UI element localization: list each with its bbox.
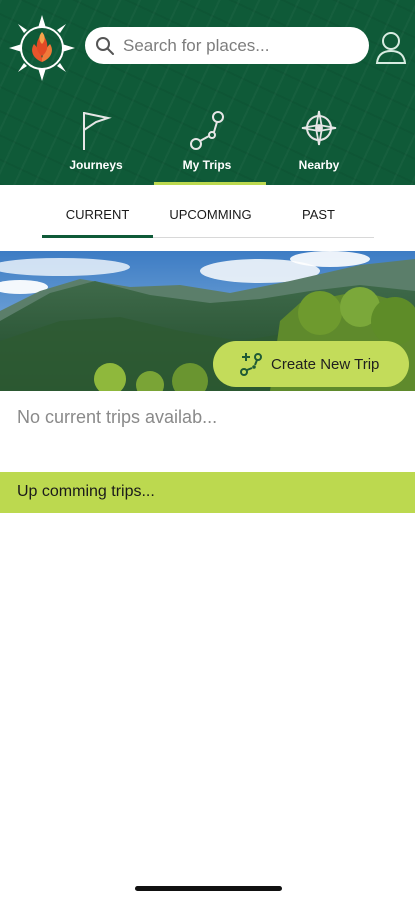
search-icon [96,36,114,55]
profile-icon[interactable] [375,30,407,64]
tab-journeys[interactable]: Journeys [46,108,146,178]
no-current-trips-message: No current trips availab... [17,407,218,427]
upcoming-trips-header[interactable]: Up comming trips... [0,472,415,513]
tab-label: My Trips [182,158,232,172]
route-icon [190,111,224,150]
tab-current[interactable]: CURRENT [42,207,153,222]
flag-icon [83,112,112,150]
add-route-icon [240,353,262,376]
active-tab-indicator [42,235,153,238]
tab-upcomming[interactable]: UPCOMMING [155,207,266,222]
tab-past[interactable]: PAST [263,207,374,222]
app-logo[interactable] [8,14,76,82]
app-header: Journeys My Trips Nearby [0,0,415,185]
search-bar[interactable] [85,27,369,64]
create-new-trip-label: Create New Trip [271,355,380,373]
home-indicator[interactable] [135,886,282,891]
upcoming-trips-label: Up comming trips... [17,483,155,500]
tab-label: Nearby [298,158,340,172]
tab-nearby[interactable]: Nearby [269,108,369,178]
create-new-trip-button[interactable]: Create New Trip [213,341,409,387]
trip-filter-tabs: CURRENT UPCOMMING PAST [0,185,415,240]
tab-my-trips[interactable]: My Trips [154,108,266,185]
search-input[interactable] [121,34,355,57]
compass-icon [301,110,337,146]
tab-label: Journeys [69,158,123,172]
